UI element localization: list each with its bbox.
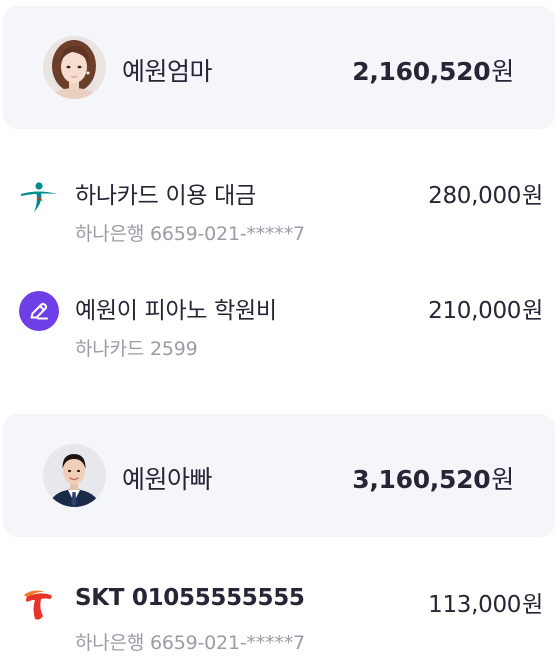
payment-card: 하나카드 2599 [75, 338, 198, 360]
currency-unit: 원 [491, 57, 514, 86]
pencil-icon [19, 291, 59, 331]
hana-bank-logo-icon [19, 176, 59, 216]
skt-logo-icon [19, 585, 59, 625]
avatar [43, 444, 106, 507]
payment-schedule-page: 예원엄마 2,160,520원 하나카드 이용 대금 하나은행 6659-021… [0, 0, 560, 660]
member-total-amount: 3,160,520원 [352, 465, 514, 494]
payment-amount: 280,000원 [428, 183, 543, 209]
currency-unit: 원 [491, 465, 514, 494]
member-summary-card-mom[interactable]: 예원엄마 2,160,520원 [3, 6, 555, 129]
payment-title: 하나카드 이용 대금 [75, 183, 256, 209]
payment-amount: 210,000원 [428, 298, 543, 324]
payment-account: 하나은행 6659-021-*****7 [75, 632, 305, 654]
payment-row[interactable]: SKT 01055555555 하나은행 6659-021-*****7 113… [0, 579, 560, 659]
currency-unit: 원 [522, 183, 543, 209]
member-name: 예원아빠 [122, 465, 213, 494]
currency-unit: 원 [522, 592, 543, 618]
woman-avatar-icon [43, 36, 106, 99]
currency-unit: 원 [522, 298, 543, 324]
member-total-amount: 2,160,520원 [352, 57, 514, 86]
man-avatar-icon [43, 444, 106, 507]
payment-row[interactable]: 하나카드 이용 대금 하나은행 6659-021-*****7 280,000원 [0, 170, 560, 250]
member-name: 예원엄마 [122, 57, 213, 86]
avatar [43, 36, 106, 99]
payment-title: SKT 01055555555 [75, 585, 305, 611]
payment-amount: 113,000원 [428, 592, 543, 618]
payment-title: 예원이 피아노 학원비 [75, 298, 277, 324]
payment-account: 하나은행 6659-021-*****7 [75, 223, 305, 245]
payment-row[interactable]: 예원이 피아노 학원비 하나카드 2599 210,000원 [0, 285, 560, 365]
member-summary-card-dad[interactable]: 예원아빠 3,160,520원 [3, 414, 555, 537]
